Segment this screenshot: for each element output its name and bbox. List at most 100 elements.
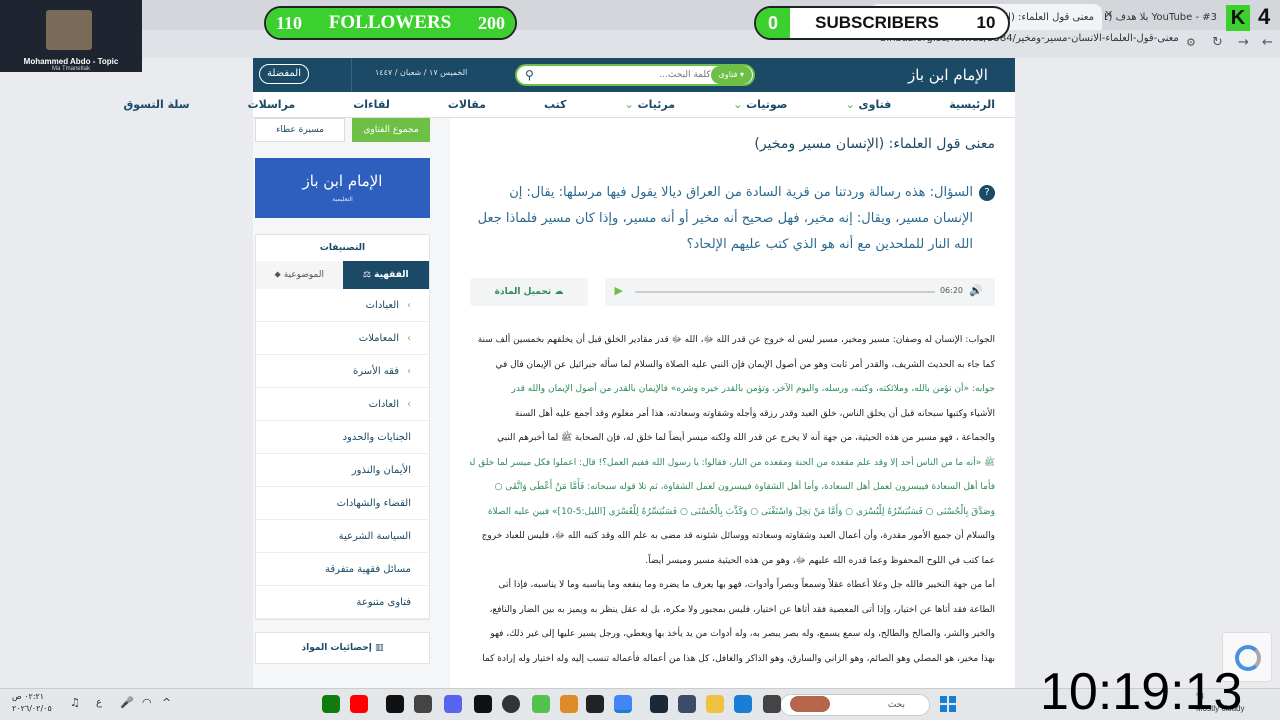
nav-audio[interactable]: صوتيات ⌄: [733, 98, 787, 111]
answer-line: الطاعة فقد أتاها عن اختيار، وإذا أتى الم…: [489, 604, 995, 615]
tiktok-icon[interactable]: [386, 695, 404, 713]
followers-goal: 110 FOLLOWERS 200: [264, 6, 517, 40]
banner-title: الإمام ابن باز: [302, 172, 383, 190]
nav-articles[interactable]: مقالات: [448, 98, 486, 111]
nav-video[interactable]: مرئيات ⌄: [625, 98, 676, 111]
back-icon[interactable]: ←: [1262, 35, 1273, 50]
nav-fatwas[interactable]: فتاوى ⌄: [845, 98, 891, 111]
ataa-button[interactable]: مسيرة عطاء: [255, 118, 345, 142]
download-button[interactable]: ☁ تحميل المادة: [470, 278, 588, 306]
nav-home[interactable]: الرئيسية: [949, 98, 995, 111]
site-settings-icon[interactable]: ⚙: [1186, 36, 1196, 49]
nav-letters[interactable]: مراسلات: [248, 98, 296, 111]
capcut-icon[interactable]: [586, 695, 604, 713]
wifi-icon[interactable]: ◠: [142, 696, 152, 709]
discord-icon[interactable]: [444, 695, 462, 713]
category-label: فتاوى متنوعة: [356, 596, 411, 608]
answer-line: ﷺ «أنه ما من الناس أحد إلا وقد علم مقعده…: [470, 457, 995, 468]
answer-line: جوابه: «أن تؤمن بالله، وملائكته، وكتبه، …: [511, 384, 996, 394]
site-header: المفضلة الخميس ١٧ / شعبان / ١٤٤٧ ⚲ فتاوى…: [253, 58, 1015, 92]
steam-icon[interactable]: [650, 695, 668, 713]
category-item-various[interactable]: فتاوى متنوعة: [256, 586, 429, 619]
album-art: [46, 10, 92, 50]
microphone-icon[interactable]: 🎤: [120, 696, 134, 709]
app-icon[interactable]: [414, 695, 432, 713]
category-label: العبادات: [365, 299, 399, 311]
category-item-politics[interactable]: السياسة الشرعية: [256, 520, 429, 553]
category-item-judiciary[interactable]: القضاء والشهادات: [256, 487, 429, 520]
app-icon[interactable]: [678, 695, 696, 713]
file-explorer-icon[interactable]: [706, 695, 724, 713]
forward-icon[interactable]: →: [1238, 35, 1249, 50]
categories-panel: التصنيفات ⬥ الموضوعية ⚖ الفقهية › العبادا…: [255, 234, 430, 620]
nav-books[interactable]: كتب: [544, 98, 567, 111]
answer-line: فأما أهل السعادة فييسرون لعمل أهل السعاد…: [494, 482, 995, 492]
obs-icon[interactable]: [502, 695, 520, 713]
audio-duration: 06:20: [939, 286, 963, 295]
language-indicator[interactable]: ع: [96, 697, 102, 708]
search-box: ⚲ فتاوى ▾: [515, 64, 755, 86]
category-item-family[interactable]: › فقه الأسرة: [256, 355, 429, 388]
edge-icon[interactable]: [734, 695, 752, 713]
tab-youtube[interactable]: YouTube - #3 بلا هدف (1): [1105, 4, 1225, 30]
search-icon[interactable]: ⚲: [525, 68, 534, 82]
tag-icon: ⬥: [274, 270, 281, 280]
subscribers-target: 10: [976, 13, 996, 32]
chevron-left-icon: ›: [407, 299, 411, 311]
header-divider: [351, 58, 352, 92]
tab-fiqh[interactable]: ⚖ الفقهية: [342, 261, 429, 289]
fatwa-collection-button[interactable]: مجموع الفتاوى: [352, 118, 430, 142]
tab-topics[interactable]: ⬥ الموضوعية: [256, 261, 343, 289]
category-item-customs[interactable]: › العادات: [256, 388, 429, 421]
search-scope-label: فتاوى: [718, 70, 738, 79]
category-item-ibadat[interactable]: › العبادات: [256, 289, 429, 322]
category-label: السياسة الشرعية: [338, 530, 411, 542]
nav-meetings[interactable]: لقاءات: [353, 98, 390, 111]
search-input[interactable]: [533, 70, 711, 80]
site-logo[interactable]: الإمام ابن باز: [888, 62, 1008, 88]
category-item-muamalat[interactable]: › المعاملات: [256, 322, 429, 355]
reload-icon[interactable]: ↻: [1212, 35, 1223, 50]
vlc-icon[interactable]: [560, 695, 578, 713]
taskbar-date[interactable]: ٢٠٢٦/٠٢/٠٥: [12, 704, 52, 713]
search-highlight-icon: [790, 696, 830, 712]
chevron-left-icon: ›: [407, 398, 411, 410]
tray-overflow-icon[interactable]: ^: [162, 696, 171, 709]
followers-label: FOLLOWERS: [328, 12, 452, 33]
category-label: المعاملات: [358, 332, 399, 344]
search-scope-select[interactable]: فتاوى ▾: [710, 66, 752, 84]
category-label: القضاء والشهادات: [336, 497, 411, 509]
xbox-icon[interactable]: [322, 695, 340, 713]
sidebar-banner[interactable]: الإمام ابن باز التعليمية: [255, 158, 430, 218]
notification-icon[interactable]: ♫: [70, 696, 80, 709]
play-icon[interactable]: ▶: [615, 284, 623, 297]
scale-icon: ⚖: [362, 270, 371, 280]
sidebar: مجموع الفتاوى مسيرة عطاء الإمام ابن باز …: [255, 118, 430, 664]
audio-progress[interactable]: [635, 291, 935, 293]
answer-line: والجماعة ، فهو مسير من هذه الحيثية، من ج…: [497, 433, 995, 443]
answer-line: الجواب: الإنسان له وصفان: مسير ومخير، مس…: [477, 335, 995, 345]
favorites-button[interactable]: المفضلة: [259, 64, 309, 84]
app-icon[interactable]: [763, 695, 781, 713]
stats-button[interactable]: ▥ إحصائيات المواد: [255, 632, 430, 664]
close-tab-icon[interactable]: ✕: [1104, 8, 1113, 21]
category-item-crimes[interactable]: الجنايات والحدود: [256, 421, 429, 454]
volume-icon[interactable]: 🔊: [969, 284, 983, 297]
answer-line: بهذا مخير، هو المصلي وهو الصائم، وهو الز…: [482, 653, 995, 664]
app-icon[interactable]: [532, 695, 550, 713]
youtube-icon[interactable]: [350, 695, 368, 713]
category-item-oaths[interactable]: الأيمان والنذور: [256, 454, 429, 487]
nav-cart[interactable]: سلة التسوق: [123, 98, 189, 111]
subscribers-goal: 0 SUBSCRIBERS 10: [754, 6, 1010, 40]
windows-start-icon[interactable]: [940, 696, 956, 712]
followers-current: 110: [276, 12, 303, 33]
app-icon[interactable]: [474, 695, 492, 713]
tab-fiqh-label: الفقهية: [374, 270, 409, 280]
question-block: ? السؤال: هذه رسالة وردتنا من قرية الساد…: [470, 180, 995, 258]
kick-logo-icon: K: [1226, 5, 1250, 31]
category-item-misc-fiqh[interactable]: مسائل فقهية متفرقة: [256, 553, 429, 586]
chrome-icon[interactable]: [614, 695, 632, 713]
taskbar-time[interactable]: ٠٢:٢١ ص: [12, 692, 44, 701]
categories-title: التصنيفات: [319, 243, 366, 253]
chevron-down-icon: ⌄: [624, 98, 634, 111]
